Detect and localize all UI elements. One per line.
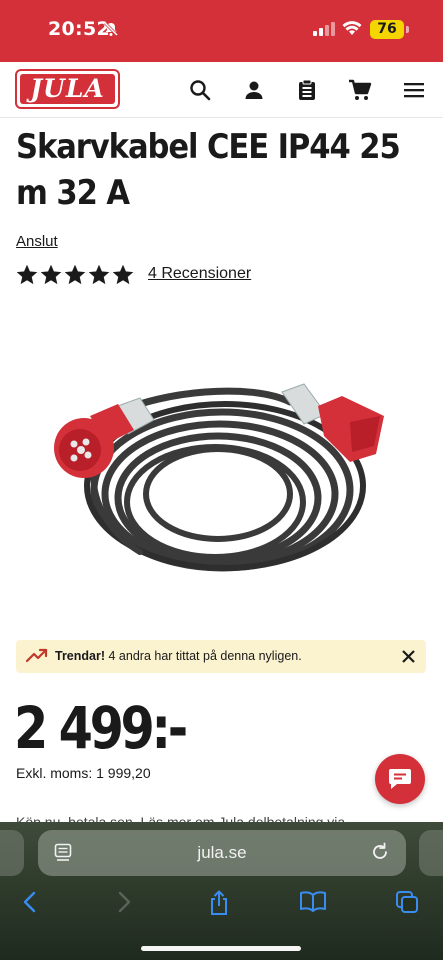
star-icon [40, 264, 62, 285]
next-tab-edge[interactable] [419, 830, 443, 876]
cellular-signal-icon [313, 22, 335, 41]
wifi-icon [342, 20, 362, 41]
product-image[interactable] [50, 372, 395, 582]
url-text: jula.se [197, 843, 247, 862]
trending-text: Trendar! 4 andra har tittat på denna nyl… [55, 649, 302, 663]
address-bar[interactable]: jula.se [38, 830, 406, 876]
star-icon [16, 264, 38, 285]
back-icon[interactable] [20, 890, 40, 919]
trending-label: Trendar! [55, 649, 106, 663]
product-title: Skarvkabel CEE IP44 25 m 32 A [16, 127, 401, 213]
star-icon [112, 264, 134, 285]
status-bar: 20:52 76 [0, 0, 443, 62]
star-icon [64, 264, 86, 285]
battery-tip [406, 26, 409, 33]
battery-indicator: 76 [370, 20, 404, 39]
status-time: 20:52 [48, 18, 110, 40]
forward-icon[interactable] [114, 890, 134, 919]
reviews-link[interactable]: 4 Recensioner [148, 265, 251, 283]
menu-icon[interactable] [402, 78, 426, 102]
chat-button[interactable] [375, 754, 425, 804]
logo-text: JULA [20, 74, 115, 104]
bell-off-icon [103, 21, 119, 42]
bookmarks-icon[interactable] [299, 890, 327, 919]
brand-link[interactable]: Anslut [16, 233, 58, 250]
price-excl-vat: Exkl. moms: 1 999,20 [16, 765, 151, 781]
chat-icon [389, 769, 411, 789]
prev-tab-edge[interactable] [0, 830, 24, 876]
cart-icon[interactable] [348, 78, 372, 102]
trending-up-icon [25, 648, 48, 669]
shopping-list-icon[interactable] [295, 78, 319, 102]
rating-stars[interactable] [16, 264, 134, 286]
price: 2 499:- [14, 694, 188, 762]
reload-icon[interactable] [370, 842, 390, 867]
share-icon[interactable] [207, 890, 231, 921]
jula-logo[interactable]: JULA [15, 69, 120, 109]
site-header: JULA [0, 62, 443, 118]
tabs-icon[interactable] [395, 890, 419, 919]
star-icon [88, 264, 110, 285]
trending-banner: Trendar! 4 andra har tittat på denna nyl… [16, 640, 426, 673]
trending-message: 4 andra har tittat på denna nyligen. [108, 649, 302, 663]
close-icon[interactable] [401, 649, 416, 664]
account-icon[interactable] [242, 78, 266, 102]
home-indicator[interactable] [141, 946, 301, 951]
search-icon[interactable] [188, 78, 212, 102]
